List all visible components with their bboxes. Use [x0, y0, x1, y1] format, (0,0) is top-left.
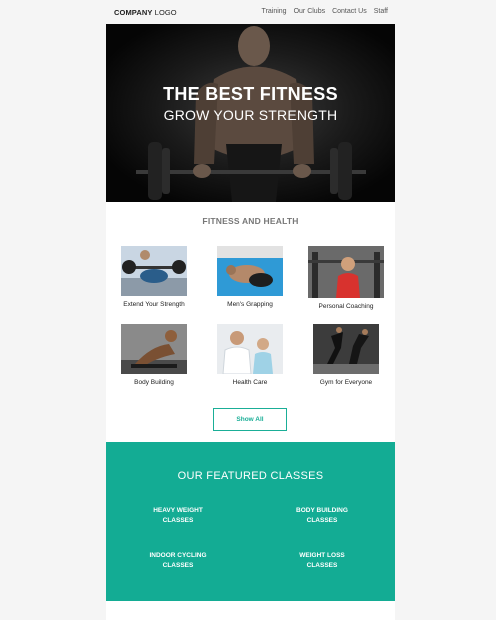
- section-title: FITNESS AND HEALTH: [202, 216, 299, 226]
- service-label: Health Care: [232, 379, 268, 386]
- service-label: Extend Your Strength: [123, 301, 185, 308]
- hero-banner: THE BEST FITNESS GROW YOUR STRENGTH: [106, 24, 395, 202]
- service-label: Men's Grapping: [227, 301, 273, 308]
- coaching-photo: [308, 246, 384, 298]
- class-title-line: BODY BUILDING: [296, 507, 348, 514]
- top-bar: COMPANY LOGO Training Our Clubs Contact …: [106, 0, 395, 24]
- class-title-line: WEIGHT LOSS: [299, 552, 345, 559]
- service-tile-coaching[interactable]: Personal Coaching: [306, 246, 386, 310]
- featured-title: OUR FEATURED CLASSES: [177, 470, 324, 482]
- gym-everyone-photo: [313, 324, 379, 374]
- show-all-button[interactable]: Show All: [213, 408, 287, 431]
- class-title-line: CLASSES: [162, 562, 194, 569]
- class-title-line: INDOOR CYCLING: [149, 552, 207, 559]
- nav-item-training[interactable]: Training: [262, 8, 287, 15]
- health-care-photo: [217, 324, 283, 374]
- footer: [106, 601, 395, 620]
- body-building-photo: [121, 324, 187, 374]
- nav-item-contact-us[interactable]: Contact Us: [332, 8, 367, 15]
- class-title-line: CLASSES: [162, 517, 194, 524]
- class-title-line: CLASSES: [306, 562, 338, 569]
- logo-light-text: LOGO: [152, 8, 177, 17]
- class-indoor-cycling[interactable]: INDOOR CYCLING CLASSES: [133, 551, 223, 571]
- service-tile-health-care[interactable]: Health Care: [210, 324, 290, 386]
- class-title-line: HEAVY WEIGHT: [153, 507, 203, 514]
- services-section: FITNESS AND HEALTH Extend Your Strength …: [106, 202, 395, 442]
- featured-classes-section: OUR FEATURED CLASSES HEAVY WEIGHT CLASSE…: [106, 442, 395, 601]
- service-label: Gym for Everyone: [319, 379, 373, 386]
- nav-item-staff[interactable]: Staff: [374, 8, 388, 15]
- company-logo[interactable]: COMPANY LOGO: [114, 8, 177, 17]
- class-heavy-weight[interactable]: HEAVY WEIGHT CLASSES: [133, 506, 223, 526]
- service-tile-grappling[interactable]: Men's Grapping: [210, 246, 290, 308]
- nav-item-our-clubs[interactable]: Our Clubs: [294, 8, 326, 15]
- service-label: Body Building: [134, 379, 174, 386]
- logo-bold-text: COMPANY: [114, 8, 153, 17]
- service-tile-extend-strength[interactable]: Extend Your Strength: [114, 246, 194, 308]
- class-weight-loss[interactable]: WEIGHT LOSS CLASSES: [277, 551, 367, 571]
- hero-headline: THE BEST FITNESS: [163, 84, 338, 104]
- service-label: Personal Coaching: [318, 303, 374, 310]
- hero-subheadline: GROW YOUR STRENGTH: [163, 107, 338, 123]
- class-title-line: CLASSES: [306, 517, 338, 524]
- bench-press-photo: [121, 246, 187, 296]
- grappling-photo: [217, 246, 283, 296]
- class-body-building[interactable]: BODY BUILDING CLASSES: [277, 506, 367, 526]
- main-nav: Training Our Clubs Contact Us Staff: [262, 8, 388, 15]
- service-tile-gym-everyone[interactable]: Gym for Everyone: [306, 324, 386, 386]
- service-tile-body-building[interactable]: Body Building: [114, 324, 194, 386]
